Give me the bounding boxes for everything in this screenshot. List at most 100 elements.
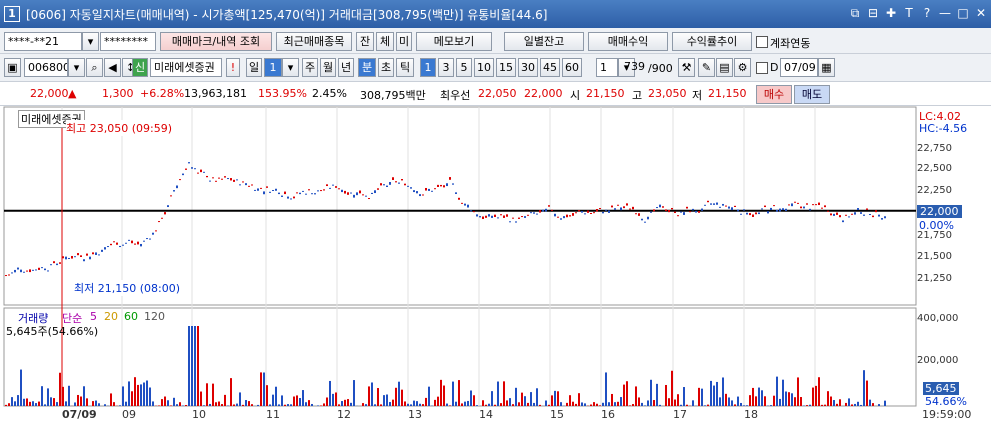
period-tick-button[interactable]: 틱 bbox=[396, 58, 414, 77]
filled-button[interactable]: 체 bbox=[376, 32, 394, 51]
candle bbox=[236, 179, 238, 181]
link-icon[interactable]: ⊟ bbox=[867, 6, 879, 20]
settings-icon[interactable]: ⚙ bbox=[734, 58, 751, 77]
candle bbox=[512, 217, 514, 219]
volume-info: 5,645주(54.66%) bbox=[6, 325, 99, 338]
period-year-button[interactable]: 년 bbox=[338, 58, 354, 77]
volume-bar bbox=[47, 388, 49, 406]
mark-query-button[interactable]: 매매마크/내역 조회 bbox=[160, 32, 272, 51]
minimize-icon[interactable]: — bbox=[939, 6, 951, 20]
volume-bar bbox=[830, 396, 832, 406]
volume-bar bbox=[284, 404, 286, 406]
password-input[interactable]: ******** bbox=[100, 32, 156, 51]
vol-y-tick: 200,000 bbox=[917, 355, 959, 366]
maximize-icon[interactable]: □ bbox=[957, 6, 969, 20]
sell-button[interactable]: 매도 bbox=[794, 85, 830, 104]
volume-bar bbox=[836, 403, 838, 406]
interval-3-button[interactable]: 3 bbox=[438, 58, 454, 77]
interval-10-button[interactable]: 10 bbox=[474, 58, 494, 77]
candle bbox=[731, 207, 733, 211]
candle bbox=[464, 203, 466, 206]
sound-icon[interactable]: ◀ bbox=[104, 58, 121, 77]
volume-bar bbox=[185, 405, 187, 406]
interval-45-button[interactable]: 45 bbox=[540, 58, 560, 77]
help-icon[interactable]: ? bbox=[921, 6, 933, 20]
profit-curve-button[interactable]: 수익률추이 bbox=[672, 32, 752, 51]
volume-bar bbox=[866, 380, 868, 406]
candle bbox=[323, 189, 325, 191]
period-month-button[interactable]: 월 bbox=[320, 58, 336, 77]
interval-5-button[interactable]: 5 bbox=[456, 58, 472, 77]
volume-bar bbox=[425, 397, 427, 406]
calendar-icon[interactable]: ▦ bbox=[818, 58, 835, 77]
interval-60-button[interactable]: 60 bbox=[562, 58, 582, 77]
account-input[interactable]: ****-**21 bbox=[4, 32, 82, 51]
volume-bar bbox=[452, 381, 454, 406]
volume-bar bbox=[671, 370, 673, 406]
volume-bar bbox=[572, 401, 574, 406]
candle bbox=[404, 183, 406, 186]
candle bbox=[551, 209, 553, 211]
candle bbox=[845, 214, 847, 216]
close-icon[interactable]: ✕ bbox=[975, 6, 987, 20]
candle bbox=[257, 188, 259, 191]
date-input[interactable]: 07/09 bbox=[780, 58, 818, 77]
candle bbox=[296, 192, 298, 194]
account-dropdown-icon[interactable]: ▾ bbox=[82, 32, 99, 51]
candle bbox=[734, 205, 736, 208]
copy-icon[interactable]: ⧉ bbox=[849, 6, 861, 20]
price-chart[interactable] bbox=[0, 106, 991, 429]
save-icon[interactable]: ▤ bbox=[716, 58, 733, 77]
recent-trades-button[interactable]: 최근매매종목 bbox=[276, 32, 352, 51]
daily-balance-button[interactable]: 일별잔고 bbox=[504, 32, 584, 51]
candle bbox=[659, 204, 661, 208]
balance-button[interactable]: 잔 bbox=[356, 32, 374, 51]
count-input[interactable]: 739 bbox=[620, 58, 648, 77]
unfilled-button[interactable]: 미 bbox=[396, 32, 412, 51]
period-dropdown-icon[interactable]: ▾ bbox=[282, 58, 299, 77]
x-label: 11 bbox=[266, 408, 280, 421]
candle bbox=[314, 193, 316, 195]
search-icon[interactable]: ⌕ bbox=[86, 58, 103, 77]
code-input[interactable]: 006800 bbox=[24, 58, 68, 77]
candle bbox=[557, 216, 559, 218]
layout-icon[interactable]: ▣ bbox=[4, 58, 21, 77]
volume-bar bbox=[440, 379, 442, 406]
period-value[interactable]: 1 bbox=[264, 58, 282, 77]
volume-bar bbox=[50, 397, 52, 406]
candle bbox=[602, 211, 604, 214]
candle bbox=[320, 190, 322, 192]
pin-icon[interactable]: ✚ bbox=[885, 6, 897, 20]
period-day-label[interactable]: 일 bbox=[246, 58, 262, 77]
candle bbox=[614, 208, 616, 210]
account-link-checkbox[interactable] bbox=[756, 36, 768, 48]
count-total: /900 bbox=[648, 62, 673, 75]
ma60-label: 60 bbox=[124, 310, 138, 323]
alert-button[interactable]: ! bbox=[226, 58, 240, 77]
candle bbox=[50, 264, 52, 266]
chart-tools-icon[interactable]: ⚒ bbox=[678, 58, 695, 77]
trade-profit-button[interactable]: 매매수익 bbox=[588, 32, 668, 51]
text-icon[interactable]: T bbox=[903, 6, 915, 20]
volume-bar bbox=[821, 404, 823, 406]
volume-bar bbox=[476, 405, 478, 406]
volume-bar bbox=[824, 404, 826, 406]
candle bbox=[884, 216, 886, 219]
date-checkbox[interactable] bbox=[756, 62, 768, 74]
candle bbox=[743, 209, 745, 211]
x-label: 13 bbox=[408, 408, 422, 421]
candle bbox=[695, 210, 697, 213]
period-minute-button[interactable]: 분 bbox=[358, 58, 376, 77]
period-second-button[interactable]: 초 bbox=[378, 58, 394, 77]
code-dropdown-icon[interactable]: ▾ bbox=[68, 58, 85, 77]
memo-button[interactable]: 메모보기 bbox=[416, 32, 492, 51]
trade-amount: 308,795백만 bbox=[360, 89, 426, 102]
draw-icon[interactable]: ✎ bbox=[698, 58, 715, 77]
period-week-button[interactable]: 주 bbox=[302, 58, 318, 77]
buy-button[interactable]: 매수 bbox=[756, 85, 792, 104]
interval-30-button[interactable]: 30 bbox=[518, 58, 538, 77]
interval-input[interactable]: 1 bbox=[596, 58, 618, 77]
interval-15-button[interactable]: 15 bbox=[496, 58, 516, 77]
interval-1-button[interactable]: 1 bbox=[420, 58, 436, 77]
candle bbox=[140, 243, 142, 247]
